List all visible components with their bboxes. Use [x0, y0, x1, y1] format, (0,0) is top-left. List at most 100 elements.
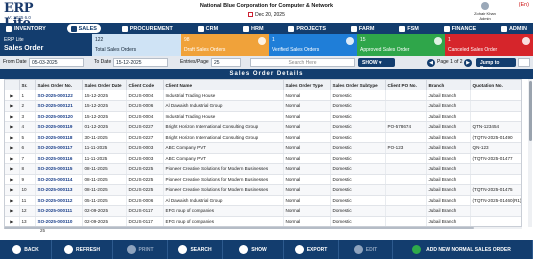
sales-order-link[interactable]: SO-2025-000121	[35, 100, 83, 112]
table-cell	[385, 132, 427, 143]
next-page-button[interactable]: ▶	[464, 58, 472, 67]
table-row[interactable]: ▶ 7 SO-2025-000116 11-11-2025 DCUS-0003 ABC C…	[5, 153, 521, 164]
table-cell	[385, 153, 427, 164]
table-cell: 4	[19, 121, 36, 133]
nav-hrm[interactable]: HRM	[239, 24, 268, 33]
table-row[interactable]: ▶ 3 SO-2025-000120 15-12-2025 DCUS-0004 Indus…	[5, 111, 521, 122]
search-input[interactable]: Search Here	[250, 58, 355, 67]
kpi-card[interactable]: 98 Draft Sales Orders	[181, 34, 269, 56]
sales-order-table: Sr. Sales Order No. Sales Order Date Client…	[4, 79, 522, 227]
chevron-left-icon: ◀	[429, 59, 433, 66]
sales-order-link[interactable]: SO-2025-000111	[35, 205, 83, 217]
jump-page-input[interactable]	[518, 58, 530, 67]
table-cell: Jubail Branch	[426, 121, 471, 133]
table-cell	[385, 163, 427, 175]
header: ERP Lite V: 2025 6.0 National Blue Corpo…	[0, 0, 533, 31]
expand-row-button[interactable]: ▶	[5, 153, 20, 164]
kpi-card[interactable]: 122 Total Sales Orders	[92, 34, 181, 56]
sales-order-link[interactable]: SO-2025-000113	[35, 184, 83, 196]
expand-row-button[interactable]: ▶	[5, 163, 20, 175]
nav-crm[interactable]: CRM	[194, 24, 223, 33]
column-header	[5, 80, 20, 90]
user-profile[interactable]: Zohair Khan Admin	[470, 2, 500, 21]
nav-procurement[interactable]: PROCUREMENT	[118, 24, 177, 33]
sales-order-link[interactable]: SO-2025-000116	[35, 153, 83, 164]
table-row[interactable]: ▶ 2 SO-2025-000121 15-12-2025 DCUS-0006 Al Da…	[5, 100, 521, 112]
table-cell: Normal	[283, 174, 331, 185]
expand-row-button[interactable]: ▶	[5, 90, 20, 101]
expand-row-button[interactable]: ▶	[5, 174, 20, 185]
table-cell: Domestic	[330, 195, 386, 206]
expand-row-button[interactable]: ▶	[5, 205, 20, 217]
table-row[interactable]: ▶ 8 SO-2025-000115 08-11-2025 DCUS-0225 Pione…	[5, 163, 521, 175]
table-cell: (TQTN-2025-01490	[470, 132, 521, 143]
show-button[interactable]: SHOW	[223, 240, 284, 259]
expand-row-button[interactable]: ▶	[5, 216, 20, 226]
page-title-area: ERP Lite Sales Order	[0, 34, 92, 56]
table-cell	[385, 174, 427, 185]
avatar[interactable]	[481, 2, 489, 10]
to-date-input[interactable]: 15-12-2025	[113, 58, 168, 67]
kpi-card[interactable]: 15 Approved Sales Order	[357, 34, 445, 56]
nav-sales[interactable]: SALES	[66, 24, 101, 33]
export-button[interactable]: EXPORT	[284, 240, 339, 259]
table-cell: Normal	[283, 195, 331, 206]
table-row[interactable]: ▶ 4 SO-2025-000119 01-12-2025 DCUS-0227 Brigh…	[5, 121, 521, 133]
add-new-sales-order-button[interactable]: ADD NEW NORMAL SALES ORDER	[393, 240, 533, 259]
prev-page-button[interactable]: ◀	[427, 58, 435, 67]
expand-row-button[interactable]: ▶	[5, 100, 20, 112]
expand-row-button[interactable]: ▶	[5, 132, 20, 143]
sales-order-link[interactable]: SO-2025-000114	[35, 174, 83, 185]
sales-order-link[interactable]: SO-2025-000118	[35, 132, 83, 143]
expand-row-button[interactable]: ▶	[5, 184, 20, 196]
sales-order-link[interactable]: SO-2025-000120	[35, 111, 83, 122]
horizontal-scrollbar[interactable]	[4, 227, 522, 229]
kpi-card[interactable]: 1 Canceled Sales Order	[445, 34, 533, 56]
sales-order-link[interactable]: SO-2025-000115	[35, 163, 83, 175]
table-cell: Domestic	[330, 100, 386, 112]
sales-order-link[interactable]: SO-2025-000117	[35, 142, 83, 154]
nav-fsm[interactable]: FSM	[395, 24, 423, 33]
table-cell	[470, 174, 521, 185]
table-row[interactable]: ▶ 5 SO-2025-000118 30-11-2025 DCUS-0227 Brigh…	[5, 132, 521, 143]
button-label: SHOW	[251, 246, 267, 253]
back-button[interactable]: BACK	[0, 240, 52, 259]
nav-projects[interactable]: PROJECTS	[284, 24, 330, 33]
table-row[interactable]: ▶ 6 SO-2025-000117 11-11-2025 DCUS-0003 ABC C…	[5, 142, 521, 154]
sales-order-link[interactable]: SO-2025-000110	[35, 216, 83, 226]
vertical-scrollbar[interactable]	[528, 79, 532, 227]
expand-row-button[interactable]: ▶	[5, 195, 20, 206]
table-row[interactable]: ▶ 10 SO-2025-000113 08-11-2025 DCUS-0225 Pion…	[5, 184, 521, 196]
jump-to-page-button[interactable]: Jump to Page	[476, 58, 516, 72]
sales-order-link[interactable]: SO-2025-000122	[35, 90, 83, 101]
search-button[interactable]: SEARCH	[168, 240, 223, 259]
from-date-input[interactable]: 05-03-2025	[29, 58, 84, 67]
kpi-card[interactable]: 1 Verified Sales Orders	[269, 34, 357, 56]
table-cell: PO-123	[385, 142, 427, 154]
language-toggle[interactable]: (En)	[519, 2, 529, 8]
sales-order-link[interactable]: SO-2025-000119	[35, 121, 83, 133]
nav-admin[interactable]: ADMIN	[497, 24, 531, 33]
main-nav: INVENTORY SALES PROCUREMENT CRM HRM PROJECTS F…	[0, 23, 533, 34]
table-row[interactable]: ▶ 12 SO-2025-000111 02-09-2025 DCUS-0117 EFG …	[5, 205, 521, 217]
hscrollbar-thumb[interactable]	[4, 227, 474, 229]
sales-order-link[interactable]: SO-2025-000112	[35, 195, 83, 206]
scrollbar-thumb[interactable]	[528, 81, 532, 141]
nav-farm[interactable]: FARM	[347, 24, 379, 33]
expand-row-button[interactable]: ▶	[5, 142, 20, 154]
table-row[interactable]: ▶ 1 SO-2025-000122 15-12-2025 DCUS-0004 Indus…	[5, 90, 521, 101]
table-cell	[385, 100, 427, 112]
expand-row-button[interactable]: ▶	[5, 111, 20, 122]
refresh-button[interactable]: REFRESH	[52, 240, 113, 259]
table-row[interactable]: ▶ 13 SO-2025-000110 02-09-2025 DCUS-0117 EFG …	[5, 216, 521, 226]
nav-finance[interactable]: FINANCE	[440, 24, 480, 33]
table-row[interactable]: ▶ 11 SO-2025-000112 05-11-2025 DCUS-0006 Al D…	[5, 195, 521, 206]
edit-button: EDIT	[339, 240, 393, 259]
table-cell	[470, 205, 521, 217]
entries-select[interactable]: 25	[211, 58, 241, 67]
kpi-value: 122	[95, 37, 104, 43]
show-dropdown[interactable]: SHOW ▾	[358, 58, 395, 67]
nav-inventory[interactable]: INVENTORY	[2, 24, 50, 33]
expand-row-button[interactable]: ▶	[5, 121, 20, 133]
table-row[interactable]: ▶ 9 SO-2025-000114 08-11-2025 DCUS-0225 Pione…	[5, 174, 521, 185]
